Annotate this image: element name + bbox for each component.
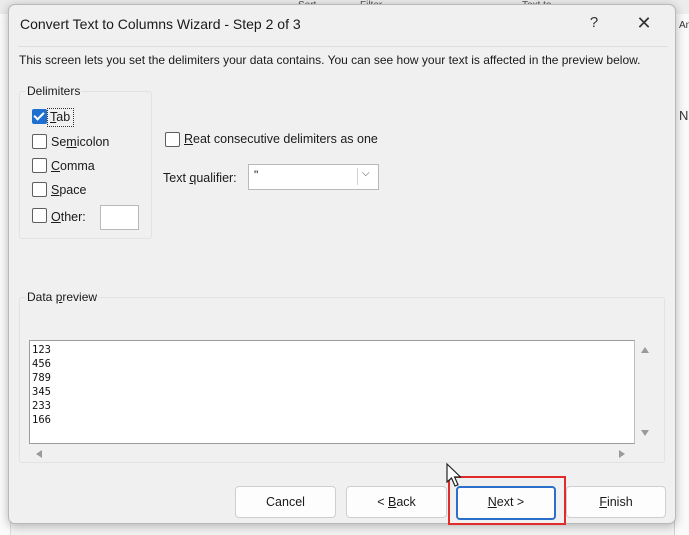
chevron-down-icon[interactable]: ⌵ [362, 168, 370, 179]
dialog-title: Convert Text to Columns Wizard - Step 2 … [20, 16, 301, 32]
semicolon-checkbox[interactable] [32, 134, 47, 149]
other-delimiter-input[interactable] [100, 205, 139, 230]
title-separator [18, 46, 668, 47]
text-qualifier-label: Text qualifier: [163, 171, 237, 185]
preview-line: 456 [32, 358, 51, 370]
text-qualifier-dropdown[interactable]: " ⌵ [248, 164, 379, 190]
other-checkbox-label[interactable]: Other: [51, 210, 86, 224]
preview-line: 789 [32, 372, 51, 384]
scroll-down-icon[interactable] [641, 430, 649, 436]
comma-checkbox[interactable] [32, 158, 47, 173]
ribbon-fragment-analyze: Analy [679, 20, 689, 31]
tab-checkbox-label[interactable]: Tab [50, 110, 70, 124]
text-qualifier-value: " [254, 168, 259, 182]
preview-horizontal-scrollbar[interactable] [29, 445, 633, 461]
convert-text-to-columns-dialog: Convert Text to Columns Wizard - Step 2 … [8, 4, 676, 525]
data-preview-box[interactable]: 123 456 789 345 233 166 [29, 340, 635, 444]
instruction-text: This screen lets you set the delimiters … [19, 53, 641, 67]
preview-line: 166 [32, 414, 51, 426]
scroll-up-icon[interactable] [641, 347, 649, 353]
treat-consecutive-label[interactable]: Reat consecutive delimiters as one [184, 132, 378, 146]
scroll-right-icon[interactable] [619, 450, 625, 458]
close-icon[interactable]: ✕ [630, 11, 658, 35]
scroll-left-icon[interactable] [36, 450, 42, 458]
treat-consecutive-checkbox[interactable] [165, 132, 180, 147]
semicolon-checkbox-label[interactable]: Semicolon [51, 135, 109, 149]
space-checkbox[interactable] [32, 182, 47, 197]
data-preview-label: Data preview [26, 290, 99, 304]
dropdown-divider [357, 168, 358, 185]
comma-checkbox-label[interactable]: Comma [51, 159, 95, 173]
space-checkbox-label[interactable]: Space [51, 183, 86, 197]
mouse-cursor-icon [446, 462, 462, 487]
preview-line: 233 [32, 400, 51, 412]
column-header-fragment: N [679, 108, 689, 123]
help-icon[interactable]: ? [582, 11, 606, 35]
other-checkbox[interactable] [32, 208, 47, 223]
tab-checkbox[interactable] [32, 109, 47, 124]
delimiters-group-label: Delimiters [26, 84, 82, 98]
preview-line: 123 [32, 344, 51, 356]
preview-vertical-scrollbar[interactable] [636, 340, 656, 442]
preview-lines: 123 456 789 345 233 166 [32, 343, 51, 427]
preview-line: 345 [32, 386, 51, 398]
back-button[interactable]: < Back [346, 486, 447, 518]
cancel-button[interactable]: Cancel [235, 486, 336, 518]
excel-sheet-right-edge: Analy N [674, 14, 689, 535]
finish-button[interactable]: Finish [566, 486, 666, 518]
